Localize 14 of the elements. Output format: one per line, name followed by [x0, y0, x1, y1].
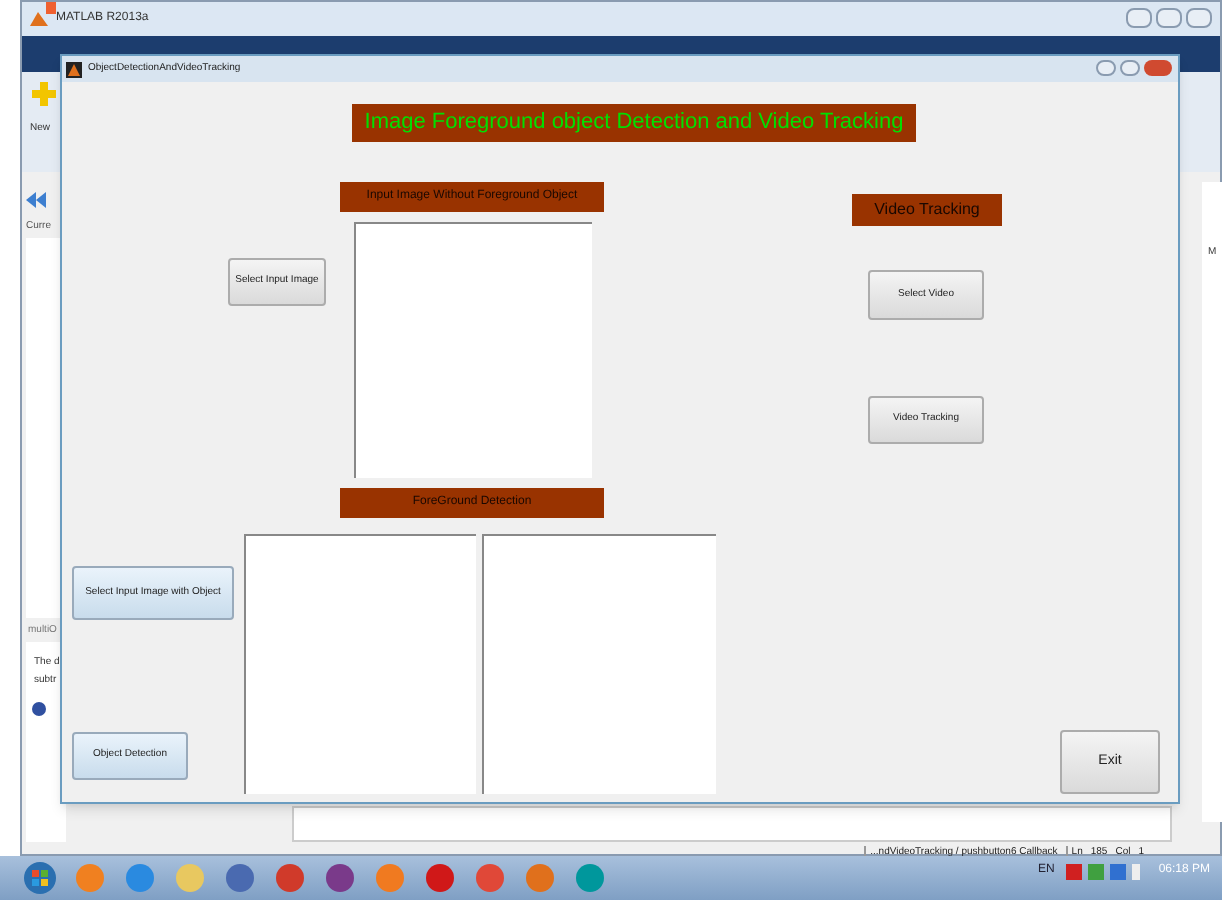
plus-icon[interactable]: [32, 82, 56, 106]
minimize-button[interactable]: [1126, 8, 1152, 28]
help-icon[interactable]: [32, 702, 46, 716]
maximize-button[interactable]: [1120, 60, 1140, 76]
matlab-logo-icon: [30, 10, 48, 28]
maximize-button[interactable]: [1156, 8, 1182, 28]
minimize-button[interactable]: [1096, 60, 1116, 76]
arrow-icon[interactable]: [26, 192, 46, 208]
figure-icon: [66, 61, 82, 77]
close-button[interactable]: [1144, 60, 1172, 76]
section-heading: Video Tracking: [852, 194, 1002, 226]
start-button[interactable]: [24, 862, 56, 894]
close-button[interactable]: [1186, 8, 1212, 28]
app-title: Image Foreground object Detection and Video Tracking: [352, 104, 916, 142]
